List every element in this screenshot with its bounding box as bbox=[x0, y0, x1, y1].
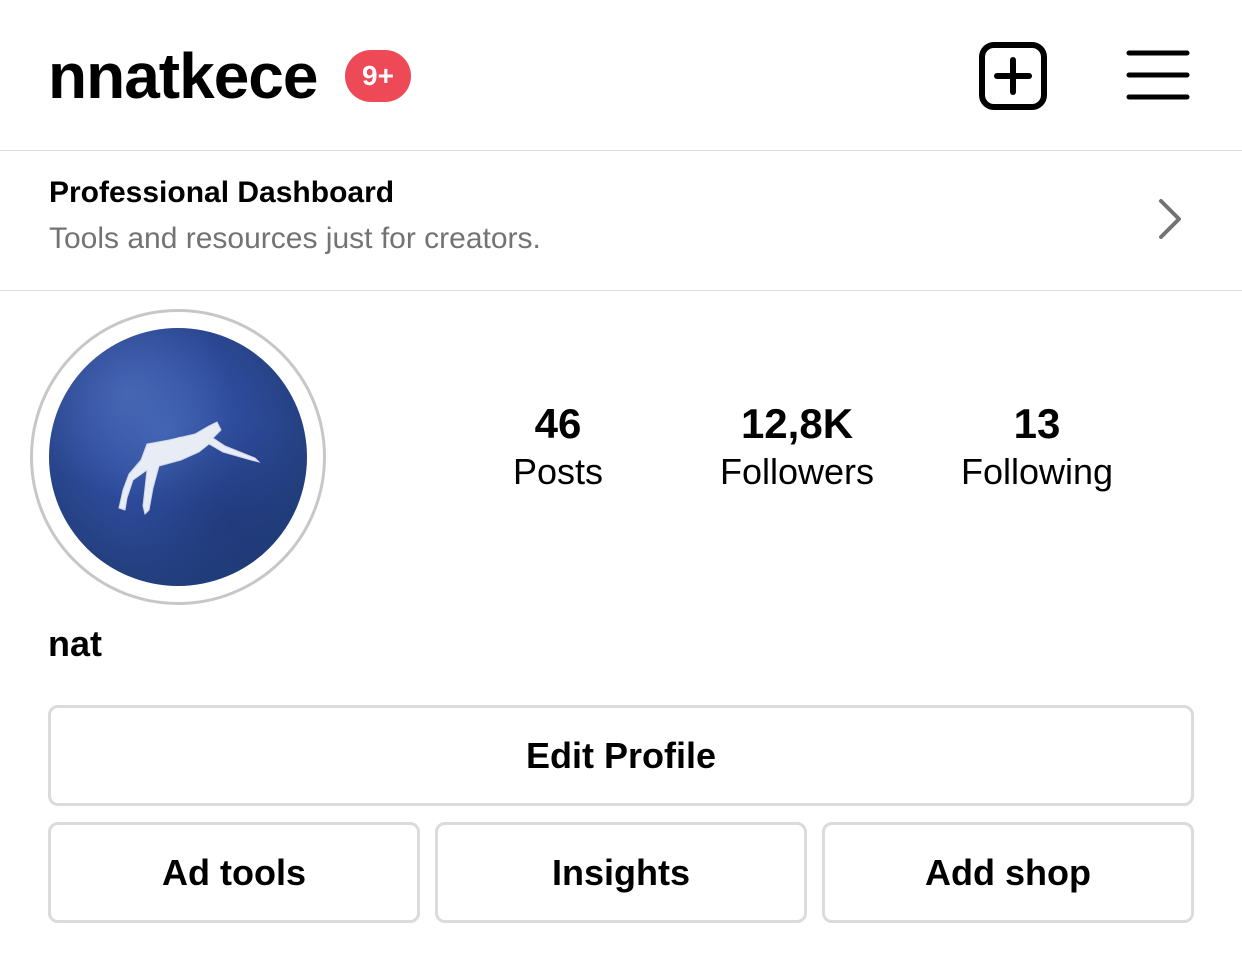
dashboard-divider bbox=[0, 290, 1242, 291]
menu-button[interactable] bbox=[1124, 46, 1192, 104]
edit-profile-button[interactable]: Edit Profile bbox=[48, 705, 1194, 806]
username-title[interactable]: nnatkece bbox=[48, 38, 318, 114]
posts-count: 46 bbox=[534, 400, 582, 447]
avatar[interactable] bbox=[30, 309, 326, 605]
notification-badge[interactable]: 9+ bbox=[345, 50, 411, 102]
followers-label: Followers bbox=[719, 451, 875, 492]
stat-posts[interactable]: 46 Posts bbox=[458, 398, 658, 494]
insights-button[interactable]: Insights bbox=[435, 822, 807, 923]
hamburger-menu-icon bbox=[1126, 50, 1190, 100]
stat-following[interactable]: 13 Following bbox=[937, 398, 1137, 494]
chevron-right-icon bbox=[1159, 199, 1181, 239]
professional-dashboard-row[interactable]: Professional Dashboard Tools and resourc… bbox=[0, 151, 1242, 290]
profile-picture bbox=[49, 328, 307, 586]
display-name: nat bbox=[48, 623, 102, 664]
ad-tools-button[interactable]: Ad tools bbox=[48, 822, 420, 923]
stat-followers[interactable]: 12,8K Followers bbox=[697, 398, 897, 494]
following-count: 13 bbox=[1013, 400, 1061, 447]
following-label: Following bbox=[960, 451, 1114, 492]
dashboard-title: Professional Dashboard bbox=[49, 176, 395, 209]
dashboard-subtitle: Tools and resources just for creators. bbox=[49, 222, 541, 255]
profile-picture-watercolor bbox=[49, 328, 307, 586]
profile-header: nnatkece 9+ bbox=[0, 0, 1242, 150]
new-post-button[interactable] bbox=[978, 42, 1050, 110]
followers-count: 12,8K bbox=[740, 400, 854, 447]
add-shop-button[interactable]: Add shop bbox=[822, 822, 1194, 923]
plus-square-icon bbox=[979, 42, 1047, 110]
posts-label: Posts bbox=[512, 451, 604, 492]
